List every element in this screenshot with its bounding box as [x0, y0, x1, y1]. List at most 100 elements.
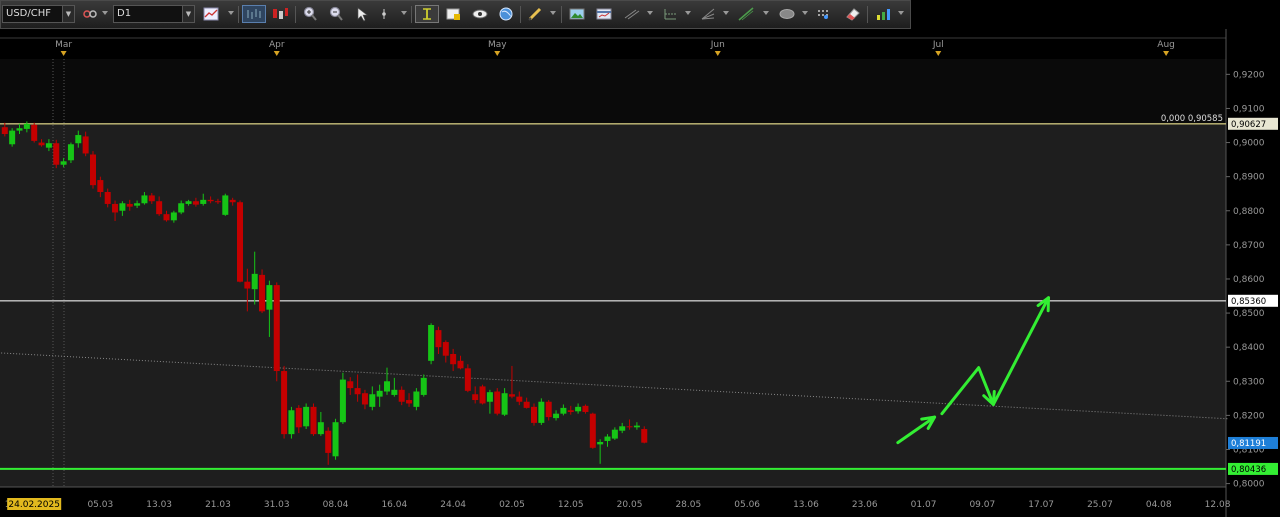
pencil-icon[interactable] — [525, 5, 545, 23]
candle-body — [457, 360, 464, 369]
candle-body — [200, 199, 207, 204]
symbol-select[interactable]: USD/CHF ▼ — [2, 5, 75, 23]
divider — [867, 6, 868, 23]
candle-body — [229, 199, 236, 203]
candle-body — [67, 144, 74, 161]
divider — [411, 6, 412, 23]
chevron-down-icon[interactable] — [550, 11, 556, 15]
toolbar-strip: USD/CHF ▼ D1 ▼ — [0, 0, 911, 29]
candle-body — [303, 406, 310, 427]
candle-body — [237, 202, 243, 282]
candle-body — [192, 201, 199, 205]
date-label: 01.07 — [911, 500, 937, 510]
price-chart[interactable]: Mar Apr May Jun Jul Aug 0,8000 0,8100 0,8200 0,83… — [0, 29, 1280, 517]
y-tick-label: 0,8900 — [1233, 173, 1265, 183]
crosshair-icon[interactable] — [379, 5, 399, 23]
candle-body — [597, 441, 604, 445]
chevron-down-icon[interactable]: ▼ — [182, 6, 194, 22]
candle-body — [75, 135, 82, 144]
date-label: 16.04 — [381, 500, 407, 510]
chevron-down-icon[interactable] — [102, 11, 108, 15]
candle-body — [163, 214, 170, 221]
window-icon[interactable] — [594, 5, 614, 23]
chevron-down-icon[interactable] — [647, 11, 653, 15]
candle-body — [251, 273, 258, 290]
y-tick-label: 0,8700 — [1233, 241, 1265, 251]
chevron-down-icon[interactable] — [763, 11, 769, 15]
chevron-down-icon[interactable] — [685, 11, 691, 15]
candle-body — [317, 422, 324, 435]
globe-icon[interactable] — [496, 5, 516, 23]
eraser-icon[interactable] — [843, 5, 863, 23]
chevron-down-icon[interactable] — [401, 11, 407, 15]
candle-body — [97, 180, 104, 193]
candle-body — [604, 436, 611, 441]
timeframe-select[interactable]: D1 ▼ — [113, 5, 195, 23]
chevron-down-icon[interactable]: ▼ — [62, 6, 74, 22]
candle-body — [501, 393, 508, 415]
toolbar: USD/CHF ▼ D1 ▼ — [0, 0, 1280, 29]
candle-body — [361, 393, 368, 405]
y-tick-label: 0,9100 — [1233, 104, 1265, 114]
candle-body — [170, 212, 177, 221]
candle-body — [185, 201, 192, 204]
date-label: 31.03 — [264, 500, 290, 510]
chart-type-icon[interactable] — [202, 5, 222, 23]
indicators-icon[interactable] — [874, 5, 894, 23]
y-tick-label: 0,8300 — [1233, 377, 1265, 387]
date-label: 24.02.2025 — [8, 500, 60, 510]
candle-body — [406, 400, 413, 404]
trendline-icon[interactable] — [736, 5, 756, 23]
candle-body — [523, 401, 530, 408]
note-icon[interactable] — [444, 5, 464, 23]
price-axis-badge-label: 0,80436 — [1231, 465, 1266, 475]
chart-canvas[interactable]: Mar Apr May Jun Jul Aug0,80000,81000,82000,83… — [0, 29, 1280, 517]
fan-icon[interactable] — [698, 5, 718, 23]
date-label: 04.08 — [1146, 500, 1172, 510]
candle-body — [38, 142, 45, 146]
date-label: 17.07 — [1028, 500, 1054, 510]
candle-body — [148, 195, 155, 202]
zoom-out-icon[interactable] — [326, 5, 346, 23]
picture-icon[interactable] — [567, 5, 587, 23]
candle-body — [442, 342, 449, 356]
cursor-icon[interactable] — [352, 5, 372, 23]
grid-icon[interactable] — [660, 5, 680, 23]
candle-body — [90, 154, 96, 186]
eye-icon[interactable] — [470, 5, 490, 23]
chevron-down-icon[interactable] — [228, 11, 234, 15]
chevron-down-icon[interactable] — [898, 11, 904, 15]
candle-body — [60, 161, 67, 165]
candle-body — [479, 386, 486, 404]
link-icon[interactable] — [81, 5, 101, 23]
chevron-down-icon[interactable] — [802, 11, 808, 15]
candle-body — [134, 203, 141, 206]
candle-body — [9, 130, 16, 145]
date-label: 05.03 — [87, 500, 113, 510]
candle-body — [23, 123, 30, 129]
month-label: Jun — [710, 40, 725, 50]
ellipse-icon[interactable] — [777, 5, 797, 23]
y-tick-label: 0,9000 — [1233, 139, 1265, 149]
zoom-in-icon[interactable] — [300, 5, 320, 23]
lines-icon[interactable] — [622, 5, 642, 23]
bar-chart-icon[interactable] — [242, 5, 266, 23]
candle-body — [538, 401, 545, 423]
y-tick-label: 0,8600 — [1233, 275, 1265, 285]
candlestick-icon[interactable] — [270, 5, 290, 23]
candle-body — [420, 377, 427, 395]
date-label: 21.03 — [205, 500, 231, 510]
candle-body — [376, 390, 383, 397]
candle-body — [391, 389, 398, 395]
text-cursor-icon[interactable] — [415, 5, 439, 23]
candle-body — [31, 124, 38, 141]
chevron-down-icon[interactable] — [723, 11, 729, 15]
dots-icon[interactable] — [814, 5, 834, 23]
candle-body — [339, 379, 346, 423]
y-tick-label: 0,8000 — [1233, 480, 1265, 490]
candle-body — [295, 407, 302, 428]
candle-body — [560, 407, 567, 414]
candle-body — [82, 136, 89, 154]
candle-body — [266, 285, 273, 310]
candle-body — [259, 274, 266, 312]
